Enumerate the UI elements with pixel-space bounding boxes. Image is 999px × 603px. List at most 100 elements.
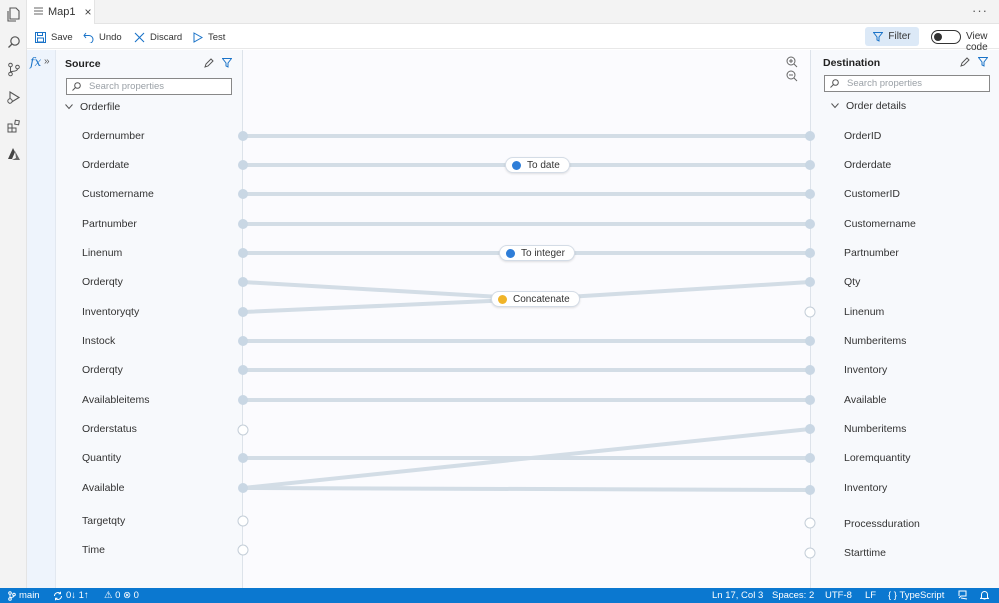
source-search-input[interactable] [89,81,219,92]
source-search[interactable] [66,78,232,95]
chevron-down-icon [65,104,73,110]
source-group[interactable]: Orderfile [65,101,120,113]
function-dot-icon [512,160,521,170]
function-label: Concatenate [513,293,570,305]
destination-item[interactable]: Starttime [844,547,886,559]
branch-label: main [19,590,40,601]
destination-item[interactable]: Loremquantity [844,452,911,464]
destination-item[interactable]: OrderID [844,130,881,142]
destination-item[interactable]: Partnumber [844,247,899,259]
mapping-canvas[interactable] [243,50,810,588]
function-label: To integer [521,247,565,259]
search-icon[interactable] [5,33,22,50]
test-label: Test [208,31,226,43]
view-code-toggle[interactable] [931,30,961,44]
function-dot-icon [498,294,507,304]
test-button[interactable]: Test [193,29,225,45]
source-item[interactable]: Availableitems [82,394,150,406]
destination-item[interactable]: Inventory [844,364,887,376]
menu-icon [34,6,43,18]
source-group-label: Orderfile [80,101,121,113]
source-item[interactable]: Ordernumber [82,130,144,142]
sync-status[interactable]: 0↓ 1↑ [53,590,89,601]
save-button[interactable]: Save [35,29,73,45]
destination-item[interactable]: Available [844,394,886,406]
edit-icon[interactable] [204,58,214,71]
language-mode[interactable]: { } TypeScript [888,590,944,601]
search-icon [72,82,81,91]
destination-item[interactable]: Inventory [844,482,887,494]
filter-icon [873,31,884,42]
source-item[interactable]: Quantity [82,452,121,464]
source-item[interactable]: Time [82,544,105,556]
tab-bar: Map1 × ··· [27,0,999,24]
destination-item[interactable]: CustomerID [844,188,900,200]
cursor-position[interactable]: Ln 17, Col 3 [712,590,763,601]
line-ending[interactable]: LF [865,590,876,601]
source-item[interactable]: Inventoryqty [82,306,139,318]
more-actions-icon[interactable]: ··· [972,3,988,18]
explorer-icon[interactable] [5,6,22,23]
destination-group[interactable]: Order details [831,100,906,112]
destination-item[interactable]: Linenum [844,306,884,318]
zoom-in-icon[interactable] [785,55,799,69]
destination-item[interactable]: Customername [844,218,916,230]
destination-search[interactable] [824,75,990,92]
source-item[interactable]: Orderqty [82,364,123,376]
destination-item[interactable]: Numberitems [844,423,906,435]
notifications-icon[interactable] [980,590,989,600]
problems-status[interactable]: ⚠ 0 ⊗ 0 [104,590,139,601]
source-item[interactable]: Customername [82,188,154,200]
chevron-right-icon[interactable]: » [44,56,50,67]
sync-label: 0↓ 1↑ [66,590,89,601]
source-item[interactable]: Partnumber [82,218,137,230]
undo-button[interactable]: Undo [83,29,122,45]
function-to-date[interactable]: To date [505,157,570,173]
filter-icon[interactable] [977,57,989,70]
run-debug-icon[interactable] [5,89,22,106]
source-item[interactable]: Targetqty [82,515,125,527]
source-item[interactable]: Instock [82,335,115,347]
chevron-down-icon [831,103,839,109]
branch-icon [8,590,16,601]
source-panel: Source Orderfile Ordernumber Orderdate C… [56,50,243,588]
source-item[interactable]: Orderqty [82,276,123,288]
indentation[interactable]: Spaces: 2 [772,590,814,601]
edit-icon[interactable] [960,57,970,70]
function-concatenate[interactable]: Concatenate [491,291,580,307]
destination-panel: Destination Order details OrderID Orderd… [810,50,999,588]
toggle-knob [934,33,942,41]
source-item[interactable]: Orderdate [82,159,129,171]
tab-map1[interactable]: Map1 × [27,0,95,24]
play-icon [193,31,203,43]
source-item[interactable]: Available [82,482,124,494]
close-icon[interactable]: × [85,5,92,19]
filter-icon[interactable] [221,58,233,71]
source-item[interactable]: Orderstatus [82,423,137,435]
destination-item[interactable]: Processduration [844,518,920,530]
sync-icon [54,591,62,600]
discard-button[interactable]: Discard [134,29,182,45]
source-title: Source [65,58,101,70]
source-control-icon[interactable] [5,61,22,78]
encoding[interactable]: UTF-8 [825,590,852,601]
destination-item[interactable]: Numberitems [844,335,906,347]
zoom-out-icon[interactable] [785,69,799,83]
extensions-icon[interactable] [5,117,22,134]
filter-button[interactable]: Filter [865,27,919,46]
feedback-icon[interactable] [958,590,968,600]
function-dot-icon [506,248,515,258]
function-icon[interactable]: fx [30,55,41,69]
branch-status[interactable]: main [8,590,40,601]
azure-icon[interactable] [5,145,22,162]
function-label: To date [527,159,560,171]
undo-label: Undo [99,31,122,43]
search-icon [830,79,839,88]
source-item[interactable]: Linenum [82,247,122,259]
destination-search-input[interactable] [847,78,977,89]
destination-item[interactable]: Orderdate [844,159,891,171]
function-to-integer[interactable]: To integer [499,245,575,261]
save-icon [35,31,46,43]
problems-label: ⚠ 0 ⊗ 0 [104,590,139,601]
destination-item[interactable]: Qty [844,276,860,288]
